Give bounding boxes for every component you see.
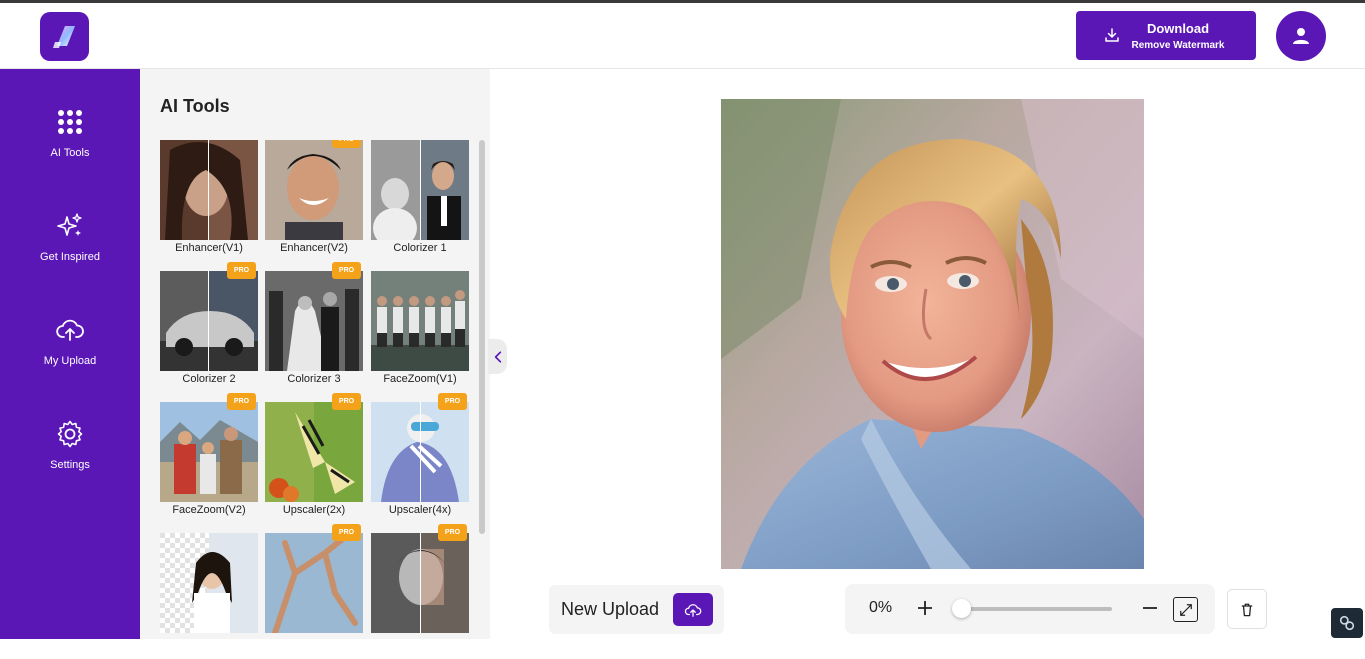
pro-badge: PRO — [332, 140, 361, 148]
new-upload-bar: New Upload — [549, 585, 724, 634]
tool-label: Colorizer 3 — [287, 373, 341, 385]
pro-badge: PRO — [438, 393, 467, 410]
sidebar-item-label: Get Inspired — [40, 251, 100, 263]
tool-thumbnail — [265, 533, 363, 633]
tools-scrollbar[interactable] — [479, 140, 485, 534]
pro-badge: PRO — [332, 393, 361, 410]
zoom-value: 0% — [869, 599, 893, 616]
tool-thumbnail — [371, 140, 469, 240]
tool-thumbnail — [371, 271, 469, 371]
sparkles-icon — [57, 213, 82, 236]
tool-enhancer-v1[interactable]: Enhancer(V1) — [160, 140, 258, 254]
zoom-controls: 0% — [845, 584, 1215, 634]
tool-thumbnail — [265, 402, 363, 502]
tool-restore[interactable]: PRO — [371, 524, 469, 635]
remove-watermark-label: Remove Watermark — [1131, 40, 1225, 51]
tool-background-remover[interactable] — [160, 533, 258, 635]
tool-thumbnail — [160, 140, 258, 240]
tool-thumbnail — [371, 402, 469, 502]
pro-badge: PRO — [332, 262, 361, 279]
sidebar-item-label: Settings — [50, 459, 90, 471]
cloud-upload-icon — [56, 319, 84, 341]
tool-label: FaceZoom(V1) — [383, 373, 457, 385]
sidebar: AI Tools Get Inspired My Upload Settings — [0, 69, 140, 639]
pro-badge: PRO — [227, 262, 256, 279]
edited-image-preview — [721, 99, 1144, 569]
sidebar-item-ai-tools[interactable]: AI Tools — [0, 99, 140, 179]
pro-badge: PRO — [438, 524, 467, 541]
sidebar-item-settings[interactable]: Settings — [0, 411, 140, 491]
app-logo[interactable] — [40, 12, 89, 61]
grid-icon — [58, 110, 82, 134]
tool-label: FaceZoom(V2) — [172, 504, 246, 516]
zoom-slider-track[interactable] — [961, 607, 1112, 611]
tools-grid: Enhancer(V1) PRO Enhancer(V2) — [160, 140, 471, 659]
tool-label: Colorizer 1 — [393, 242, 447, 254]
download-button[interactable]: Download Remove Watermark — [1076, 11, 1256, 60]
tool-facezoom-v2[interactable]: PRO FaceZoom(V2) — [160, 393, 258, 516]
chevron-left-icon — [494, 350, 501, 363]
tool-thumbnail — [265, 271, 363, 371]
zoom-out-button[interactable] — [1138, 596, 1162, 620]
tool-upscaler-2x[interactable]: PRO Upscaler(2x) — [265, 393, 363, 516]
floating-widget-button[interactable] — [1331, 608, 1363, 638]
tool-colorizer-3[interactable]: PRO Colorizer 3 — [265, 262, 363, 385]
tool-colorizer-1[interactable]: Colorizer 1 — [371, 140, 469, 254]
tool-label: Enhancer(V2) — [280, 242, 348, 254]
plus-icon — [918, 601, 932, 615]
tool-label: Enhancer(V1) — [175, 242, 243, 254]
pro-badge: PRO — [227, 393, 256, 410]
sidebar-item-label: AI Tools — [50, 147, 90, 159]
tool-label: Upscaler(4x) — [388, 504, 452, 516]
tool-label: Upscaler(2x) — [282, 504, 346, 516]
ai-tools-panel: AI Tools Enhancer(V1) Enhancer(V2) Color… — [140, 69, 490, 639]
download-label: Download — [1146, 21, 1210, 36]
download-icon — [1105, 28, 1119, 42]
tool-colorizer-2[interactable]: PRO Colorizer 2 — [160, 262, 258, 385]
sidebar-item-my-upload[interactable]: My Upload — [0, 307, 140, 387]
trash-icon — [1241, 603, 1253, 616]
tool-upscaler-4x[interactable]: PRO Upscaler(4x) — [371, 393, 469, 516]
collapse-panel-button[interactable] — [488, 339, 507, 374]
tool-thumbnail — [160, 402, 258, 502]
tool-thumbnail — [160, 533, 258, 633]
fit-to-screen-button[interactable] — [1173, 597, 1198, 622]
minus-icon — [1143, 607, 1157, 609]
panel-title: AI Tools — [160, 96, 230, 116]
sidebar-item-label: My Upload — [43, 355, 97, 367]
expand-icon — [1179, 603, 1192, 616]
tool-sky-replace[interactable]: PRO — [265, 524, 363, 635]
user-icon — [1293, 28, 1309, 44]
cloud-upload-icon — [684, 603, 702, 617]
tool-thumbnail — [160, 271, 258, 371]
zoom-slider-handle[interactable] — [952, 599, 971, 618]
zoom-in-button[interactable] — [913, 596, 937, 620]
tool-facezoom-v1[interactable]: FaceZoom(V1) — [371, 271, 469, 385]
sidebar-item-get-inspired[interactable]: Get Inspired — [0, 203, 140, 283]
link-icon — [1339, 615, 1355, 631]
logo-icon — [52, 25, 75, 48]
tool-enhancer-v2[interactable]: PRO Enhancer(V2) — [265, 140, 363, 254]
new-upload-button[interactable] — [673, 593, 713, 626]
new-upload-label: New Upload — [561, 599, 660, 619]
tool-thumbnail — [371, 533, 469, 633]
tool-thumbnail — [265, 140, 363, 240]
tool-label: Colorizer 2 — [182, 373, 236, 385]
app-header: Download Remove Watermark — [0, 3, 1365, 69]
pro-badge: PRO — [332, 524, 361, 541]
user-avatar-button[interactable] — [1276, 11, 1326, 61]
gear-icon — [57, 420, 83, 448]
delete-button[interactable] — [1227, 589, 1267, 629]
